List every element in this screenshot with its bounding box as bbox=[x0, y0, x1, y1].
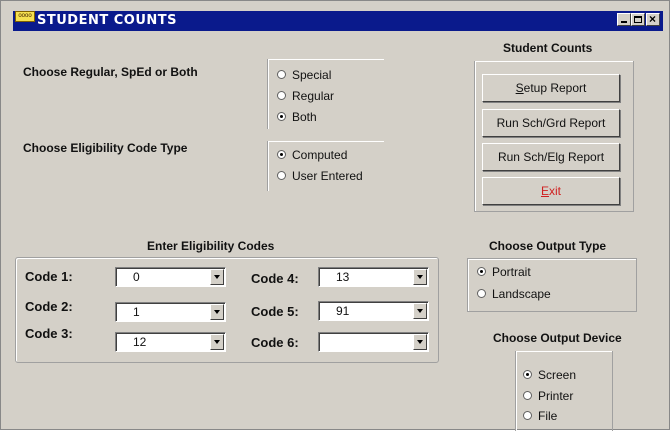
exit-button[interactable]: Exit bbox=[482, 177, 620, 205]
radio-both-indicator bbox=[277, 112, 286, 121]
minimize-icon bbox=[621, 21, 627, 23]
app-icon: oooo bbox=[15, 11, 35, 22]
student-counts-heading: Student Counts bbox=[503, 41, 593, 55]
radio-file-label: File bbox=[538, 409, 558, 423]
code-4-label: Code 4: bbox=[251, 271, 299, 286]
window-title: STUDENT COUNTS bbox=[37, 13, 177, 28]
chevron-down-icon[interactable] bbox=[413, 269, 427, 285]
code-3-combo[interactable]: 12 bbox=[115, 332, 226, 352]
chevron-down-icon[interactable] bbox=[413, 303, 427, 319]
code-4-combo[interactable]: 13 bbox=[318, 267, 429, 287]
chevron-down-icon[interactable] bbox=[210, 334, 224, 350]
run-sch-elg-report-button[interactable]: Run Sch/Elg Report bbox=[482, 143, 620, 171]
chevron-down-icon[interactable] bbox=[210, 304, 224, 320]
radio-printer[interactable]: Printer bbox=[523, 388, 573, 404]
radio-portrait[interactable]: Portrait bbox=[477, 264, 531, 280]
radio-screen[interactable]: Screen bbox=[523, 367, 576, 383]
chevron-down-icon[interactable] bbox=[413, 334, 427, 350]
radio-regular-label: Regular bbox=[292, 89, 335, 103]
title-bar: oooo STUDENT COUNTS × bbox=[13, 11, 663, 31]
maximize-button[interactable] bbox=[631, 13, 645, 26]
radio-computed-label: Computed bbox=[292, 148, 348, 162]
radio-regular-indicator bbox=[277, 91, 286, 100]
close-icon: × bbox=[649, 12, 657, 26]
codes-heading: Enter Eligibility Codes bbox=[147, 239, 275, 253]
code-3-value: 12 bbox=[133, 335, 147, 349]
code-6-combo[interactable] bbox=[318, 332, 429, 352]
student-counts-window: oooo STUDENT COUNTS × Choose Regular, Sp… bbox=[0, 0, 670, 431]
code-2-label: Code 2: bbox=[25, 299, 73, 314]
setup-report-mnemonic: S bbox=[515, 81, 524, 95]
code-1-combo[interactable]: 0 bbox=[115, 267, 226, 287]
code-2-value: 1 bbox=[133, 305, 140, 319]
radio-printer-label: Printer bbox=[538, 389, 574, 403]
code-6-label: Code 6: bbox=[251, 335, 299, 350]
radio-special-indicator bbox=[277, 70, 286, 79]
radio-computed[interactable]: Computed bbox=[277, 147, 347, 163]
radio-printer-indicator bbox=[523, 391, 532, 400]
setup-report-button[interactable]: Setup Report bbox=[482, 74, 620, 102]
radio-both[interactable]: Both bbox=[277, 109, 317, 125]
radio-user-entered-label: User Entered bbox=[292, 169, 363, 183]
run-sch-grd-report-label: Run Sch/Grd Report bbox=[496, 116, 606, 130]
code-5-combo[interactable]: 91 bbox=[318, 301, 429, 321]
code-1-label: Code 1: bbox=[25, 269, 73, 284]
output-type-heading: Choose Output Type bbox=[489, 239, 607, 253]
exit-mnemonic: E bbox=[540, 184, 549, 198]
radio-portrait-indicator bbox=[477, 267, 486, 276]
minimize-button[interactable] bbox=[617, 13, 631, 26]
code-1-value: 0 bbox=[133, 270, 140, 284]
code-5-label: Code 5: bbox=[251, 304, 299, 319]
radio-landscape-label: Landscape bbox=[492, 287, 551, 301]
radio-landscape-indicator bbox=[477, 289, 486, 298]
population-prompt: Choose Regular, SpEd or Both bbox=[23, 65, 198, 79]
radio-user-entered-indicator bbox=[277, 171, 286, 180]
output-device-heading: Choose Output Device bbox=[493, 331, 622, 345]
exit-label: xit bbox=[549, 184, 561, 198]
radio-special-label: Special bbox=[292, 68, 332, 82]
radio-landscape[interactable]: Landscape bbox=[477, 286, 551, 302]
code-5-value: 91 bbox=[336, 304, 350, 318]
maximize-icon bbox=[634, 16, 642, 23]
radio-regular[interactable]: Regular bbox=[277, 88, 334, 104]
code-2-combo[interactable]: 1 bbox=[115, 302, 226, 322]
radio-file-indicator bbox=[523, 411, 532, 420]
chevron-down-icon[interactable] bbox=[210, 269, 224, 285]
radio-screen-label: Screen bbox=[538, 368, 577, 382]
code-3-label: Code 3: bbox=[25, 326, 73, 341]
radio-file[interactable]: File bbox=[523, 408, 557, 424]
radio-computed-indicator bbox=[277, 150, 286, 159]
setup-report-label: etup Report bbox=[523, 81, 587, 95]
eligibility-type-prompt: Choose Eligibility Code Type bbox=[23, 141, 188, 155]
code-4-value: 13 bbox=[336, 270, 350, 284]
close-button[interactable]: × bbox=[646, 12, 660, 26]
radio-special[interactable]: Special bbox=[277, 67, 331, 83]
radio-both-label: Both bbox=[292, 110, 317, 124]
radio-user-entered[interactable]: User Entered bbox=[277, 168, 363, 184]
radio-screen-indicator bbox=[523, 370, 532, 379]
radio-portrait-label: Portrait bbox=[492, 265, 531, 279]
run-sch-grd-report-button[interactable]: Run Sch/Grd Report bbox=[482, 109, 620, 137]
run-sch-elg-report-label: Run Sch/Elg Report bbox=[497, 150, 605, 164]
